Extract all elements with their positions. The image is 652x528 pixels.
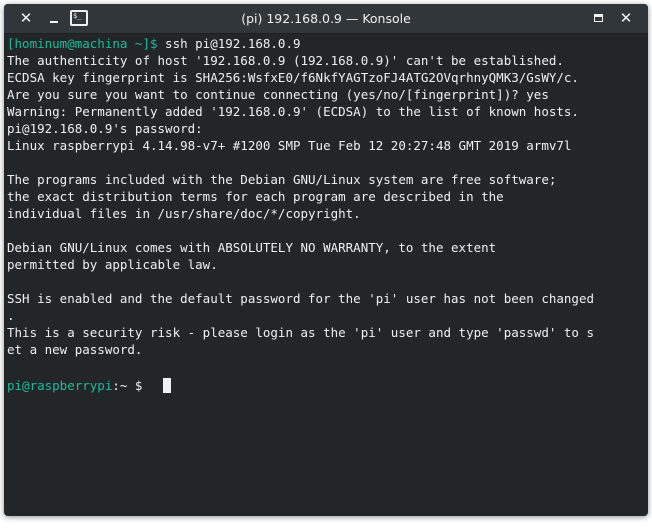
prompt-path: :~ $ <box>112 378 150 393</box>
terminal-line: permitted by applicable law. <box>7 257 218 272</box>
title-bar[interactable]: ✕ $_ (pi) 192.168.0.9 — Konsole ✕ <box>4 4 648 34</box>
terminal-line: . <box>7 308 15 323</box>
final-prompt-line: pi@raspberrypi:~ $ <box>7 377 150 394</box>
terminal-line: ECDSA key fingerprint is SHA256:WsfxE0/f… <box>7 70 579 85</box>
shell-prompt: [hominum@machina ~]$ <box>7 36 158 51</box>
ssh-command: ssh pi@192.168.0.9 <box>157 36 301 51</box>
terminal-output[interactable]: [hominum@machina ~]$ ssh pi@192.168.0.9 … <box>7 35 643 513</box>
terminal-line: The programs included with the Debian GN… <box>7 172 557 187</box>
window-title: (pi) 192.168.0.9 — Konsole <box>241 11 411 26</box>
close-button[interactable]: ✕ <box>616 8 636 28</box>
terminal-line: Are you sure you want to continue connec… <box>7 87 549 102</box>
text-cursor[interactable] <box>163 378 171 393</box>
terminal-line: pi@192.168.0.9's password: <box>7 121 203 136</box>
terminal-line: Warning: Permanently added '192.168.0.9'… <box>7 104 579 119</box>
terminal-line: [hominum@machina ~]$ ssh pi@192.168.0.9 <box>7 35 301 52</box>
konsole-window: ✕ $_ (pi) 192.168.0.9 — Konsole ✕ [homin… <box>4 4 648 516</box>
terminal-line: Linux raspberrypi 4.14.98-v7+ #1200 SMP … <box>7 138 572 153</box>
terminal-line: SSH is enabled and the default password … <box>7 291 594 306</box>
terminal-line: Debian GNU/Linux comes with ABSOLUTELY N… <box>7 240 497 255</box>
terminal-line: The authenticity of host '192.168.0.9 (1… <box>7 53 564 68</box>
maximize-icon <box>593 14 603 22</box>
terminal-line: the exact distribution terms for each pr… <box>7 189 504 204</box>
prompt-user-host: pi@raspberrypi <box>7 378 113 393</box>
terminal-line: This is a security risk - please login a… <box>7 325 594 340</box>
maximize-button[interactable] <box>588 8 608 28</box>
terminal-line: et a new password. <box>7 342 143 357</box>
terminal-line: individual files in /usr/share/doc/*/cop… <box>7 206 361 221</box>
